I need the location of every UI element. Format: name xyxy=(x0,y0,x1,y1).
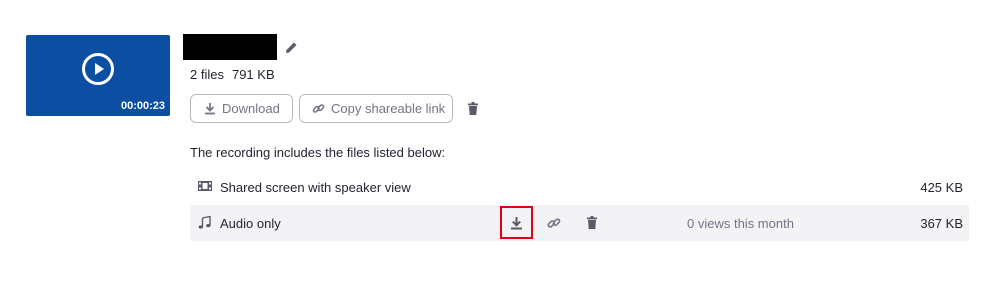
file-size: 425 KB xyxy=(920,180,963,195)
file-name: Audio only xyxy=(220,216,281,231)
files-heading: The recording includes the files listed … xyxy=(190,145,446,160)
download-icon xyxy=(511,216,522,229)
music-note-icon xyxy=(198,215,211,232)
delete-recording-icon[interactable] xyxy=(467,102,479,120)
film-icon xyxy=(198,180,212,195)
download-icon xyxy=(205,103,215,115)
edit-pencil-icon[interactable] xyxy=(285,41,298,59)
delete-file-icon[interactable] xyxy=(586,216,598,232)
copy-link-icon[interactable] xyxy=(547,216,561,233)
recording-duration: 00:00:23 xyxy=(120,100,165,112)
view-count: 0 views this month xyxy=(687,216,794,231)
recording-meta: 2 files 791 KB xyxy=(190,67,275,82)
file-size: 367 KB xyxy=(920,216,963,231)
download-button[interactable]: Download xyxy=(190,94,293,123)
file-row[interactable]: Audio only 0 views this month 367 KB xyxy=(190,205,969,241)
recording-title-redacted xyxy=(183,34,277,60)
total-size: 791 KB xyxy=(231,67,275,82)
file-row[interactable]: Shared screen with speaker view 425 KB xyxy=(190,169,969,205)
download-file-button[interactable] xyxy=(500,206,533,239)
download-button-label: Download xyxy=(222,101,280,116)
file-count: 2 files xyxy=(190,67,224,82)
recording-thumbnail[interactable]: 00:00:23 xyxy=(26,35,170,116)
file-name: Shared screen with speaker view xyxy=(220,180,411,195)
link-icon xyxy=(312,104,325,113)
play-icon[interactable] xyxy=(82,53,114,85)
copy-shareable-link-button[interactable]: Copy shareable link xyxy=(299,94,453,123)
copy-link-button-label: Copy shareable link xyxy=(331,101,446,116)
